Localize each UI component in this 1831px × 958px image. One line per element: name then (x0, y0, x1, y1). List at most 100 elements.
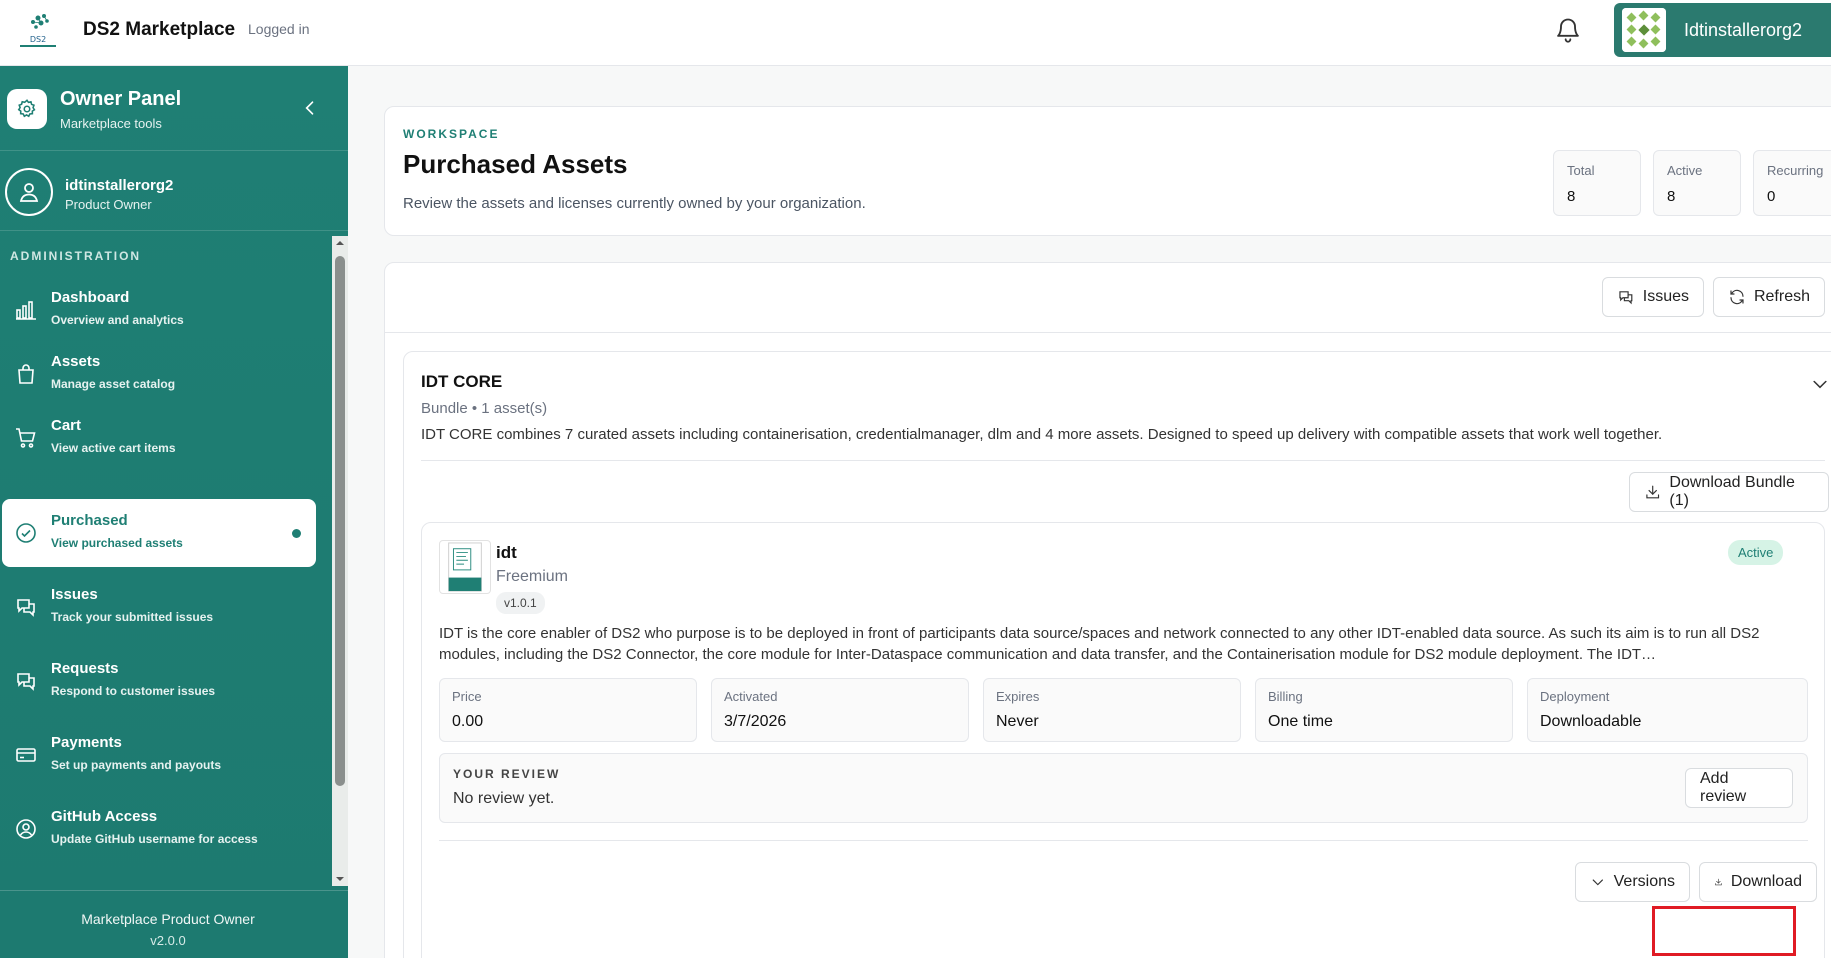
asset-thumbnail[interactable] (439, 540, 491, 594)
check-circle-icon (16, 523, 36, 543)
user-circle-icon (16, 819, 36, 839)
refresh-button-label: Refresh (1753, 288, 1810, 305)
sidebar-item-subtitle: Set up payments and payouts (51, 758, 222, 772)
info-price: Price 0.00 (439, 678, 697, 742)
cart-icon (16, 428, 36, 448)
info-value: 3/7/2026 (724, 713, 787, 730)
user-menu[interactable]: Idtinstallerorg2 (1614, 3, 1831, 57)
review-label: YOUR REVIEW (453, 767, 561, 781)
refresh-icon (1730, 289, 1744, 305)
gear-icon-box (7, 89, 47, 129)
info-value: Downloadable (1540, 713, 1642, 730)
sidebar-item-subtitle: Respond to customer issues (51, 684, 216, 698)
active-indicator (292, 529, 301, 538)
section-label: ADMINISTRATION (10, 249, 142, 263)
sidebar-item-title: Assets (51, 353, 101, 370)
chat-icon (17, 599, 35, 617)
top-bar: DS2 DS2 Marketplace Logged in Idtinstall… (0, 0, 1831, 66)
list-toolbar: Issues Refresh (385, 263, 1831, 333)
sidebar-item-subtitle: Track your submitted issues (51, 610, 214, 624)
info-deployment: Deployment Downloadable (1527, 678, 1808, 742)
user-icon (19, 183, 39, 202)
add-review-button[interactable]: Add review (1685, 768, 1793, 808)
login-status: Logged in (248, 21, 310, 37)
chat-icon (1619, 291, 1633, 305)
stat-total: Total 8 (1553, 150, 1641, 216)
info-label: Billing (1268, 689, 1303, 704)
download-highlight-box (1652, 906, 1796, 956)
sidebar-item-cart[interactable]: Cart View active cart items (2, 404, 316, 472)
panel-title: Owner Panel (60, 88, 182, 110)
review-section: YOUR REVIEW No review yet. Add review (439, 753, 1808, 823)
stat-label: Total (1567, 163, 1595, 178)
info-value: One time (1268, 713, 1333, 730)
chevron-down-icon (1592, 879, 1603, 886)
sidebar-item-issues[interactable]: Issues Track your submitted issues (2, 573, 316, 641)
sidebar-item-payments[interactable]: Payments Set up payments and payouts (2, 721, 316, 789)
scroll-down-arrow-icon[interactable] (335, 874, 345, 884)
bundle-card: IDT CORE Bundle • 1 asset(s) IDT CORE co… (403, 351, 1831, 958)
version-badge: v1.0.1 (496, 592, 545, 614)
add-review-label: Add review (1700, 770, 1747, 805)
sidebar-item-github-access[interactable]: GitHub Access Update GitHub username for… (2, 795, 316, 863)
download-button[interactable]: Download (1699, 862, 1817, 902)
stat-value: 0 (1767, 188, 1776, 205)
scroll-up-arrow-icon[interactable] (335, 238, 345, 248)
refresh-button[interactable]: Refresh (1713, 277, 1825, 317)
sidebar-item-purchased[interactable]: Purchased View purchased assets (2, 499, 316, 567)
sidebar: Owner Panel Marketplace tools idtinstall… (0, 66, 348, 958)
asset-description: IDT is the core enabler of DS2 who purpo… (439, 625, 1760, 663)
gear-icon (17, 99, 36, 118)
ds2-logo[interactable]: DS2 (14, 12, 62, 50)
asset-tier: Freemium (496, 568, 569, 585)
versions-button[interactable]: Versions (1575, 862, 1690, 902)
sidebar-item-dashboard[interactable]: Dashboard Overview and analytics (2, 276, 316, 344)
profile-role: Product Owner (65, 197, 152, 212)
chevron-left-icon[interactable] (300, 98, 320, 118)
sidebar-scrollbar[interactable] (332, 236, 348, 886)
bell-icon[interactable] (1554, 16, 1582, 44)
divider (421, 460, 1825, 461)
footer-role: Marketplace Product Owner (81, 911, 255, 927)
download-icon (1715, 878, 1722, 886)
bundle-description: IDT CORE combines 7 curated assets inclu… (421, 426, 1663, 443)
workspace-kicker: WORKSPACE (403, 127, 500, 141)
sidebar-item-title: Requests (51, 660, 119, 677)
versions-button-label: Versions (1613, 873, 1675, 890)
divider (439, 840, 1808, 841)
issues-button[interactable]: Issues (1602, 277, 1704, 317)
scrollbar-thumb[interactable] (335, 256, 345, 786)
page-title: Purchased Assets (403, 149, 628, 179)
footer-version: v2.0.0 (150, 933, 186, 948)
status-badge: Active (1728, 540, 1784, 565)
sidebar-item-subtitle: Update GitHub username for access (51, 832, 258, 846)
download-button-label: Download (1730, 873, 1802, 890)
download-icon (1646, 485, 1660, 499)
brand-title[interactable]: DS2 Marketplace (83, 19, 235, 41)
page-description: Review the assets and licenses currently… (403, 195, 866, 212)
chevron-down-icon[interactable] (1810, 374, 1830, 394)
stat-label: Active (1667, 163, 1703, 178)
sidebar-item-subtitle: View active cart items (51, 441, 176, 455)
logo-text: DS2 (30, 35, 46, 44)
download-bundle-button[interactable]: Download Bundle (1) (1629, 472, 1829, 512)
asset-name[interactable]: idt (496, 543, 517, 563)
sidebar-item-requests[interactable]: Requests Respond to customer issues (2, 647, 316, 715)
sidebar-item-title: GitHub Access (51, 808, 158, 825)
panel-header: Owner Panel Marketplace tools (0, 66, 348, 151)
stat-active: Active 8 (1653, 150, 1741, 216)
workspace-header-card: WORKSPACE Purchased Assets Review the as… (384, 106, 1831, 236)
profile-name: idtinstallerorg2 (65, 177, 174, 194)
sidebar-item-title: Payments (51, 734, 122, 751)
info-billing: Billing One time (1255, 678, 1513, 742)
credit-card-icon (16, 748, 36, 762)
profile-card: idtinstallerorg2 Product Owner (0, 151, 348, 231)
info-label: Expires (996, 689, 1040, 704)
info-value: Never (996, 713, 1039, 730)
user-avatar (1622, 8, 1666, 52)
avatar (5, 168, 53, 216)
sidebar-item-assets[interactable]: Assets Manage asset catalog (2, 340, 316, 408)
stat-value: 8 (1567, 188, 1576, 205)
shopping-bag-icon (18, 364, 34, 384)
main-content: WORKSPACE Purchased Assets Review the as… (348, 66, 1831, 958)
